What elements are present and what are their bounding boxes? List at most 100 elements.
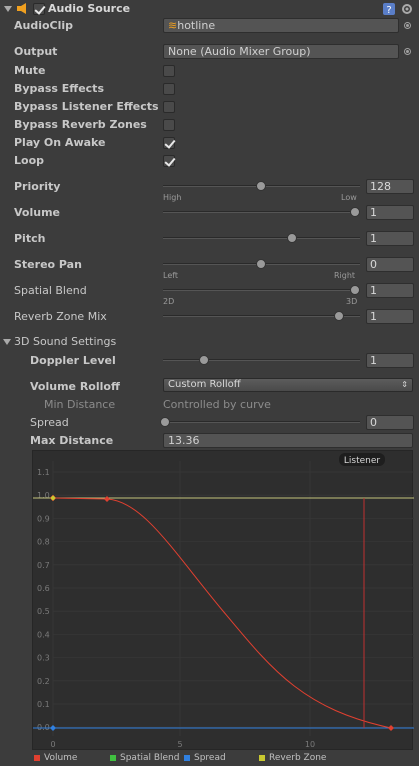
doppler-slider-thumb[interactable] — [199, 355, 209, 365]
legend-volume: Volume — [34, 753, 94, 763]
priority-value-field[interactable]: 128 — [366, 179, 414, 194]
y-tick-label: 0.7 — [37, 561, 50, 570]
loop-checkbox[interactable] — [163, 155, 175, 167]
spread-label: Spread — [30, 416, 69, 429]
stereo-pan-value-field[interactable]: 0 — [366, 257, 414, 272]
volume-value-field[interactable]: 1 — [366, 205, 414, 220]
y-tick-label: 1.0 — [37, 491, 50, 500]
mute-label: Mute — [14, 64, 46, 77]
output-label: Output — [14, 45, 58, 58]
volume-slider-thumb[interactable] — [350, 207, 360, 217]
curve-key-mid[interactable] — [104, 496, 110, 502]
curve-key-end[interactable] — [388, 725, 394, 731]
stereo-pan-slider-thumb[interactable] — [256, 259, 266, 269]
rolloff-curve-svg[interactable]: 1.11.00.90.80.70.60.50.40.30.20.10.0 051… — [33, 451, 414, 751]
pitch-slider-track[interactable] — [163, 237, 360, 239]
audioclip-picker-icon[interactable] — [404, 22, 411, 29]
stereo-pan-left-label: Left — [163, 271, 179, 280]
fold-arrow-icon[interactable] — [4, 6, 12, 12]
audioclip-label: AudioClip — [14, 19, 74, 32]
pitch-value-field[interactable]: 1 — [366, 231, 414, 246]
spatial-blend-left-label: 2D — [163, 297, 175, 306]
volume-curve — [52, 497, 392, 729]
mute-checkbox[interactable] — [163, 65, 175, 77]
reverb-zone-mix-label: Reverb Zone Mix — [14, 310, 107, 323]
y-tick-label: 0.8 — [37, 538, 50, 547]
enabled-checkbox[interactable] — [33, 3, 45, 15]
legend-reverb-zone: Reverb Zone — [259, 753, 339, 763]
volume-label: Volume — [14, 206, 60, 219]
spread-key-start[interactable] — [50, 725, 56, 731]
doppler-level-label: Doppler Level — [30, 354, 116, 367]
x-tick-label: 5 — [177, 740, 182, 749]
spread-slider-thumb[interactable] — [160, 417, 170, 427]
help-icon[interactable]: ? — [383, 3, 395, 15]
priority-left-label: High — [163, 193, 182, 202]
curve-key-start[interactable] — [49, 494, 57, 502]
legend-spatial-swatch — [110, 755, 116, 761]
bypass-listener-checkbox[interactable] — [163, 101, 175, 113]
output-picker-icon[interactable] — [404, 48, 411, 55]
stereo-pan-right-label: Right — [334, 271, 356, 280]
graph-y-ticks: 1.11.00.90.80.70.60.50.40.30.20.10.0 — [37, 468, 50, 732]
min-distance-value: Controlled by curve — [163, 398, 271, 411]
spatial-blend-value-field[interactable]: 1 — [366, 283, 414, 298]
y-tick-label: 0.6 — [37, 584, 50, 593]
dropdown-arrows-icon: ⇕ — [401, 380, 408, 389]
loop-label: Loop — [14, 154, 44, 167]
spread-slider-track[interactable] — [163, 421, 360, 423]
rolloff-curve-graph[interactable]: 1.1 1.0 0.9 0.8 0.7 0.6 0.5 0.4 0.3 0.2 0.1 0.0 051… — [32, 450, 414, 751]
stereo-pan-label: Stereo Pan — [14, 258, 82, 271]
legend-spatial-blend: Spatial Blend — [110, 753, 190, 763]
doppler-value-field[interactable]: 1 — [366, 353, 414, 368]
y-tick-label: 0.3 — [37, 654, 50, 663]
audio-clip-icon: ≋ — [168, 19, 178, 32]
reverb-zone-mix-slider-track[interactable] — [163, 315, 360, 317]
volume-rolloff-label: Volume Rolloff — [30, 380, 120, 393]
3d-settings-fold-icon[interactable] — [3, 339, 11, 345]
graph-x-ticks: 0 5 10 — [50, 740, 315, 749]
bypass-reverb-checkbox[interactable] — [163, 119, 175, 131]
bypass-effects-checkbox[interactable] — [163, 83, 175, 95]
legend-spread: Spread — [184, 753, 244, 763]
y-tick-label: 1.1 — [37, 468, 50, 477]
priority-label: Priority — [14, 180, 61, 193]
y-tick-label: 0.5 — [37, 607, 50, 616]
output-field[interactable]: None (Audio Mixer Group) — [163, 44, 399, 59]
component-header: Audio Source ? — [0, 0, 419, 18]
listener-label: Listener — [344, 456, 381, 466]
spatial-blend-slider-track[interactable] — [163, 289, 360, 291]
3d-sound-settings-title[interactable]: 3D Sound Settings — [14, 335, 116, 348]
spatial-blend-label: Spatial Blend — [14, 284, 87, 297]
play-on-awake-label: Play On Awake — [14, 136, 106, 149]
priority-right-label: Low — [341, 193, 357, 202]
audioclip-field[interactable]: ≋hotline — [163, 18, 399, 33]
volume-slider-track[interactable] — [163, 211, 360, 213]
component-title: Audio Source — [48, 2, 131, 15]
audio-source-icon — [17, 3, 26, 14]
spatial-blend-right-label: 3D — [346, 297, 358, 306]
svg-text:?: ? — [386, 5, 391, 15]
max-distance-field[interactable]: 13.36 — [163, 433, 413, 448]
bypass-effects-label: Bypass Effects — [14, 82, 104, 95]
y-tick-label: 0.9 — [37, 514, 50, 523]
y-tick-label: 0.2 — [37, 677, 50, 686]
spatial-blend-slider-thumb[interactable] — [350, 285, 360, 295]
reverb-zone-mix-value-field[interactable]: 1 — [366, 309, 414, 324]
reverb-zone-mix-slider-thumb[interactable] — [334, 311, 344, 321]
legend-reverb-swatch — [259, 755, 265, 761]
priority-slider-thumb[interactable] — [256, 181, 266, 191]
play-on-awake-checkbox[interactable] — [163, 137, 175, 149]
spread-value-field[interactable]: 0 — [366, 415, 414, 430]
graph-gridlines — [52, 461, 414, 736]
bypass-reverb-label: Bypass Reverb Zones — [14, 118, 147, 131]
doppler-slider-track[interactable] — [163, 359, 360, 361]
legend-volume-swatch — [34, 755, 40, 761]
x-tick-label: 0 — [50, 740, 55, 749]
pitch-slider-thumb[interactable] — [287, 233, 297, 243]
y-tick-label: 0.4 — [37, 630, 50, 639]
volume-rolloff-dropdown[interactable]: Custom Rolloff ⇕ — [163, 378, 413, 392]
settings-gear-icon[interactable] — [400, 3, 414, 15]
bypass-listener-label: Bypass Listener Effects — [14, 100, 159, 113]
min-distance-label: Min Distance — [44, 398, 116, 411]
